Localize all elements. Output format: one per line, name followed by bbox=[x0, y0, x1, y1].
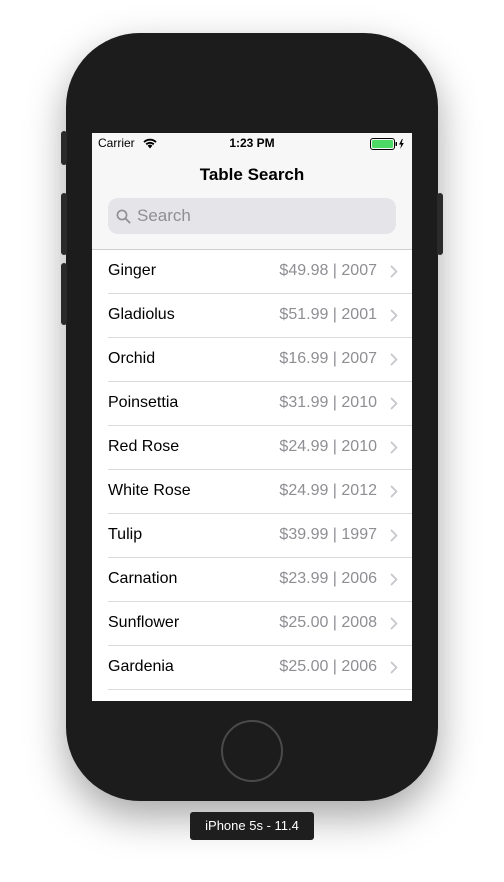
table-row[interactable]: Sunflower $25.00 | 2008 bbox=[92, 602, 412, 646]
volume-down-button[interactable] bbox=[61, 263, 67, 325]
row-title: Ginger bbox=[108, 262, 157, 279]
row-title: White Rose bbox=[108, 482, 191, 499]
chevron-right-icon bbox=[390, 265, 398, 278]
table-row[interactable]: Gardenia $25.00 | 2006 bbox=[92, 646, 412, 690]
row-detail: $24.99 | 2012 bbox=[279, 482, 377, 499]
chevron-right-icon bbox=[390, 661, 398, 674]
table-row[interactable]: Gladiolus $51.99 | 2001 bbox=[92, 294, 412, 338]
table-row[interactable]: Carnation $23.99 | 2006 bbox=[92, 558, 412, 602]
search-icon bbox=[116, 209, 131, 224]
row-detail: $23.99 | 2006 bbox=[279, 570, 377, 587]
table-row[interactable]: Tulip $39.99 | 1997 bbox=[92, 514, 412, 558]
chevron-right-icon bbox=[390, 397, 398, 410]
row-detail: $25.00 | 2006 bbox=[279, 658, 377, 675]
chevron-right-icon bbox=[390, 485, 398, 498]
table-row[interactable]: Ginger $49.98 | 2007 bbox=[92, 250, 412, 294]
table-row[interactable]: White Rose $24.99 | 2012 bbox=[92, 470, 412, 514]
search-input[interactable] bbox=[137, 206, 377, 226]
table-row[interactable]: Orchid $16.99 | 2007 bbox=[92, 338, 412, 382]
row-title: Gladiolus bbox=[108, 306, 175, 323]
row-detail: $49.98 | 2007 bbox=[279, 262, 377, 279]
status-bar: Carrier 1:23 PM bbox=[92, 133, 412, 153]
row-detail: $16.99 | 2007 bbox=[279, 350, 377, 367]
row-title: Carnation bbox=[108, 570, 178, 587]
row-title: Sunflower bbox=[108, 614, 180, 631]
table-row[interactable]: Red Rose $24.99 | 2010 bbox=[92, 426, 412, 470]
simulator-device-label: iPhone 5s - 11.4 bbox=[190, 812, 314, 840]
device-screen: Carrier 1:23 PM Table Search Search Ging… bbox=[92, 133, 412, 701]
row-detail: $31.99 | 2010 bbox=[279, 394, 377, 411]
iphone-device-frame: Carrier 1:23 PM Table Search Search Ging… bbox=[61, 33, 443, 801]
chevron-right-icon bbox=[390, 309, 398, 322]
row-detail: $25.00 | 2008 bbox=[279, 614, 377, 631]
row-title: Red Rose bbox=[108, 438, 180, 455]
search-bar[interactable] bbox=[108, 198, 396, 234]
chevron-right-icon bbox=[390, 353, 398, 366]
flower-table: Ginger $49.98 | 2007 Gladiolus $51.99 | … bbox=[92, 250, 412, 690]
row-detail: $39.99 | 1997 bbox=[279, 526, 377, 543]
volume-up-button[interactable] bbox=[61, 193, 67, 255]
row-title: Poinsettia bbox=[108, 394, 179, 411]
page-title: Table Search bbox=[199, 165, 305, 184]
row-detail: $51.99 | 2001 bbox=[279, 306, 377, 323]
row-title: Tulip bbox=[108, 526, 143, 543]
mute-switch bbox=[61, 131, 67, 165]
chevron-right-icon bbox=[390, 441, 398, 454]
table-row[interactable]: Poinsettia $31.99 | 2010 bbox=[92, 382, 412, 426]
row-title: Gardenia bbox=[108, 658, 174, 675]
home-button[interactable] bbox=[221, 720, 283, 782]
row-title: Orchid bbox=[108, 350, 156, 367]
chevron-right-icon bbox=[390, 573, 398, 586]
navigation-bar: Table Search bbox=[92, 153, 412, 250]
power-button[interactable] bbox=[437, 193, 443, 255]
row-detail: $24.99 | 2010 bbox=[279, 438, 377, 455]
chevron-right-icon bbox=[390, 529, 398, 542]
status-time: 1:23 PM bbox=[229, 136, 275, 150]
battery-icon bbox=[370, 138, 404, 150]
chevron-right-icon bbox=[390, 617, 398, 630]
